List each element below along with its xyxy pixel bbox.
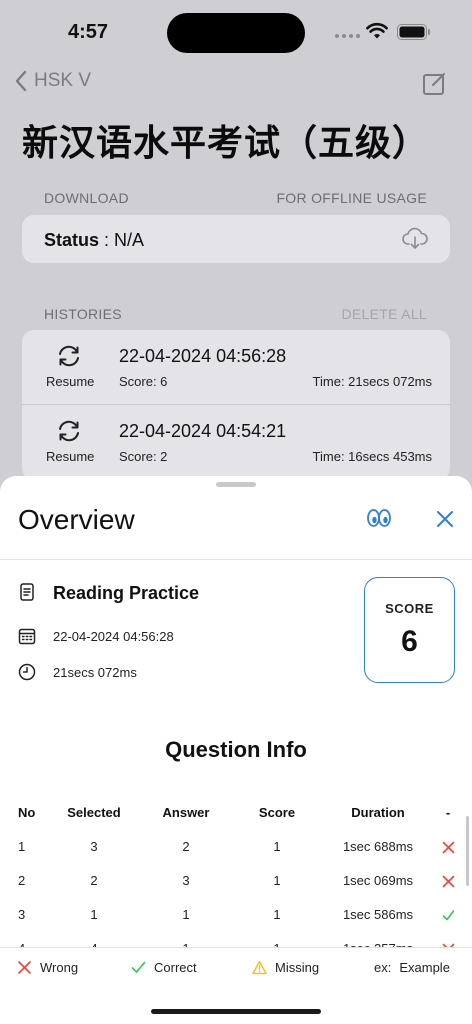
question-info-title: Question Info [165, 737, 307, 762]
wrong-icon [436, 864, 460, 898]
history-date: 22-04-2024 04:54:21 [119, 421, 287, 441]
cell-answer: 3 [182, 873, 190, 888]
document-icon [20, 583, 34, 601]
status-separator: : [99, 230, 115, 250]
overview-duration: 21secs 072ms [53, 665, 137, 680]
cellular-signal-icon [335, 34, 360, 38]
legend-missing: Missing [252, 960, 319, 975]
cell-selected: 2 [90, 873, 98, 888]
cell-duration: 1sec 586ms [342, 907, 414, 922]
history-time: Time: 16secs 453ms [312, 449, 432, 464]
score-label: SCORE [385, 601, 434, 616]
wifi-icon [366, 22, 388, 39]
wrong-icon [18, 961, 31, 974]
column-header: Score [258, 805, 296, 820]
chevron-left-icon [15, 70, 27, 92]
table-header: No Selected Answer Score Duration - [0, 796, 472, 830]
legend-example-prefix: ex: [374, 960, 392, 975]
cell-duration: 1sec 688ms [342, 839, 414, 854]
close-icon[interactable] [434, 508, 456, 530]
history-score: Score: 6 [119, 374, 168, 389]
page-title: 新汉语水平考试（五级） [22, 122, 430, 163]
legend-bar: Wrong Correct Missing ex: Example [0, 947, 472, 1024]
wrong-icon [436, 830, 460, 864]
resume-label: Resume [46, 449, 95, 464]
column-header: - [445, 805, 451, 820]
overview-sheet: Overview Reading Practice 22-04-2024 04:… [0, 476, 472, 1024]
clock-icon [18, 663, 36, 681]
status-key: Status [44, 230, 100, 250]
legend-example-label: Example [399, 960, 450, 975]
edit-icon[interactable] [422, 70, 448, 96]
cell-score: 1 [273, 907, 281, 922]
download-status: Status : N/A [44, 230, 144, 251]
legend-wrong-label: Wrong [40, 960, 79, 975]
sheet-divider [0, 559, 472, 560]
table-row[interactable]: 2 2 3 1 1sec 069ms [0, 864, 472, 898]
cell-selected: 1 [90, 907, 98, 922]
home-indicator [151, 1009, 321, 1014]
legend-missing-label: Missing [275, 960, 320, 975]
delete-all-button[interactable]: DELETE ALL [342, 306, 428, 322]
checkmark-icon [131, 961, 146, 973]
sheet-grabber[interactable] [216, 482, 256, 487]
histories-section-label: HISTORIES [44, 306, 122, 322]
cell-duration: 1sec 069ms [342, 873, 414, 888]
score-box: SCORE 6 [364, 577, 455, 683]
legend-wrong: Wrong [17, 960, 78, 975]
overview-date: 22-04-2024 04:56:28 [53, 629, 174, 644]
eyes-icon[interactable] [366, 508, 392, 528]
cell-no: 1 [18, 839, 26, 854]
history-date: 22-04-2024 04:56:28 [119, 346, 287, 366]
checkmark-icon [436, 898, 460, 932]
score-value: 6 [401, 625, 418, 658]
practice-name: Reading Practice [53, 583, 200, 603]
column-header: No [18, 805, 36, 820]
cell-score: 1 [273, 873, 281, 888]
dynamic-island [167, 13, 305, 53]
table-row[interactable]: 1 3 2 1 1sec 688ms [0, 830, 472, 864]
table-row[interactable]: 3 1 1 1 1sec 586ms [0, 898, 472, 932]
cell-no: 3 [18, 907, 26, 922]
column-header: Answer [162, 805, 210, 820]
history-item[interactable]: Resume 22-04-2024 04:56:28 Score: 6 Time… [22, 330, 450, 404]
cell-score: 1 [273, 839, 281, 854]
resume-icon[interactable] [56, 343, 82, 369]
offline-usage-label: FOR OFFLINE USAGE [276, 190, 427, 206]
resume-label: Resume [46, 374, 95, 389]
history-item[interactable]: Resume 22-04-2024 04:54:21 Score: 2 Time… [22, 404, 450, 478]
battery-icon [397, 24, 430, 40]
status-time: 4:57 [68, 21, 109, 43]
column-header: Selected [67, 805, 121, 820]
legend-correct: Correct [131, 960, 197, 975]
history-time: Time: 21secs 072ms [312, 374, 432, 389]
download-section-label: DOWNLOAD [44, 190, 129, 206]
cell-no: 2 [18, 873, 26, 888]
history-score: Score: 2 [119, 449, 168, 464]
status-value: N/A [114, 230, 145, 250]
back-label: HSK V [34, 70, 92, 91]
status-bar: 4:57 [0, 0, 472, 62]
back-button[interactable]: HSK V [14, 70, 91, 92]
scroll-indicator[interactable] [466, 816, 469, 886]
history-list: Resume 22-04-2024 04:56:28 Score: 6 Time… [22, 330, 450, 480]
cell-answer: 1 [182, 907, 190, 922]
overview-title: Overview [18, 504, 135, 535]
column-header: Duration [351, 805, 405, 820]
warning-icon [252, 960, 267, 975]
calendar-icon [18, 628, 36, 645]
legend-example: ex: Example [374, 960, 450, 975]
cloud-download-icon[interactable] [402, 227, 428, 251]
download-status-card[interactable]: Status : N/A [22, 215, 450, 263]
legend-correct-label: Correct [154, 960, 197, 975]
cell-selected: 3 [90, 839, 98, 854]
cell-answer: 2 [182, 839, 190, 854]
resume-icon[interactable] [56, 418, 82, 444]
